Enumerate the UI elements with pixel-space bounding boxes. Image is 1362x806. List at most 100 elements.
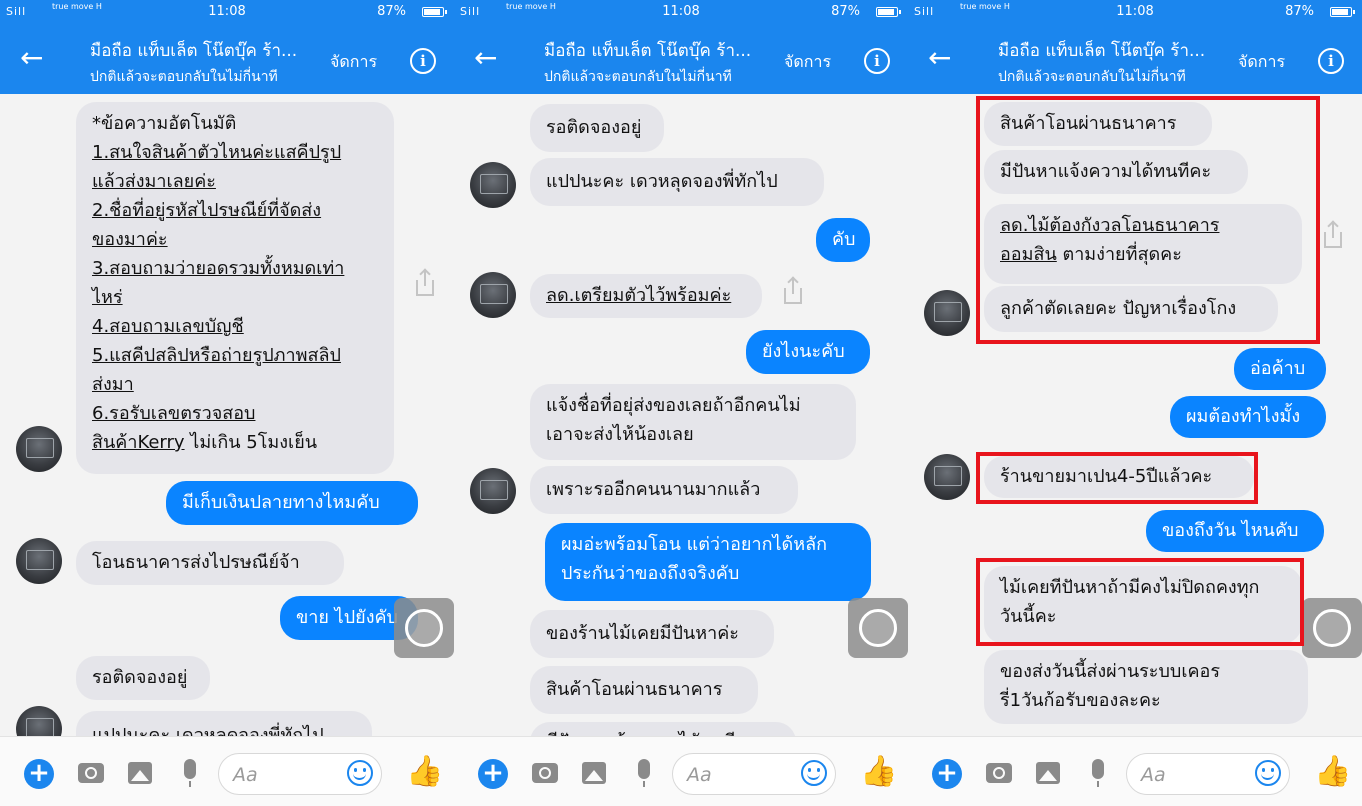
battery-percent: 87% — [377, 4, 406, 19]
message-input[interactable]: Aa — [218, 753, 382, 795]
battery-icon — [422, 7, 447, 17]
shop-avatar[interactable] — [924, 290, 970, 336]
underlined-text: สินค้าKerry — [92, 432, 185, 453]
message-list: รอติดจองอยู่แปปนะคะ เดวหลุดจองพี่ทักไปคั… — [454, 94, 908, 736]
manage-button[interactable]: จัดการ — [330, 50, 377, 75]
chat-screen-3: Sill true move H 11:08 87% ← มือถือ แท็บเล็ต … — [908, 0, 1362, 806]
message-input-placeholder: Aa — [687, 764, 712, 786]
message-composer: + Aa 👍 — [0, 736, 454, 806]
shop-avatar[interactable] — [16, 538, 62, 584]
message-text: แล้วส่งมาเลยค่ะ — [92, 171, 216, 192]
thumbs-up-icon[interactable]: 👍 — [406, 757, 443, 787]
received-message-bubble: รอติดจองอยู่ — [530, 104, 664, 152]
message-text: เอาจะส่งไห้น้องเลย — [546, 424, 694, 445]
manage-button[interactable]: จัดการ — [784, 50, 831, 75]
back-arrow-icon[interactable]: ← — [474, 44, 497, 72]
camera-icon[interactable] — [986, 763, 1012, 783]
chat-header: ← มือถือ แท็บเล็ต โน๊ตบุ๊ค ร้า... ปกติแล้ว… — [454, 24, 908, 94]
share-arrow-icon — [784, 278, 802, 304]
shop-avatar[interactable] — [470, 468, 516, 514]
gallery-icon[interactable] — [582, 762, 606, 784]
assistive-touch-button[interactable] — [848, 598, 908, 658]
message-text: มีเก็บเงินปลายทางไหมคับ — [182, 492, 380, 513]
message-text: 6.รอรับเลขตรวจสอบ — [92, 403, 256, 424]
microphone-icon[interactable] — [1092, 759, 1104, 787]
message-text: ของถึงวัน ไหนคับ — [1162, 520, 1299, 541]
info-icon[interactable]: i — [864, 48, 890, 74]
gallery-icon[interactable] — [128, 762, 152, 784]
sent-message-bubble: ของถึงวัน ไหนคับ — [1146, 510, 1324, 552]
thumbs-up-icon[interactable]: 👍 — [1314, 757, 1351, 787]
share-arrow-icon — [1324, 222, 1342, 248]
battery-percent: 87% — [831, 4, 860, 19]
chat-title: มือถือ แท็บเล็ต โน๊ตบุ๊ค ร้า... — [544, 41, 752, 61]
message-text: โอนธนาคารส่งไปรษณีย์จ้า — [92, 552, 300, 573]
received-message-bubble: ของร้านไม้เคยมีปันหาค่ะ — [530, 610, 774, 658]
back-arrow-icon[interactable]: ← — [928, 44, 951, 72]
manage-button[interactable]: จัดการ — [1238, 50, 1285, 75]
message-text: เพราะรออีกคนนานมากแล้ว — [546, 479, 761, 500]
battery-percent: 87% — [1285, 4, 1314, 19]
back-arrow-icon[interactable]: ← — [20, 44, 43, 72]
message-input[interactable]: Aa — [1126, 753, 1290, 795]
received-message-bubble: มีปันหาแจ้งความไดัทนทีคะ — [530, 722, 796, 736]
message-text: แจ้งชื่อที่อยุ่ส่งของเลยถ้าอีกคนไม่ — [546, 395, 801, 416]
red-highlight-box — [976, 96, 1320, 344]
message-input[interactable]: Aa — [672, 753, 836, 795]
camera-icon[interactable] — [532, 763, 558, 783]
chat-subtitle: ปกติแล้วจะตอบกลับในไม่กี่นาที — [998, 69, 1186, 85]
info-icon[interactable]: i — [1318, 48, 1344, 74]
message-text: รอติดจองอยู่ — [92, 667, 188, 688]
shop-avatar[interactable] — [16, 426, 62, 472]
sent-message-bubble: มีเก็บเงินปลายทางไหมคับ — [166, 481, 418, 525]
message-text: ขาย ไปยังคับ — [296, 607, 398, 628]
received-message-bubble: ลด.เตรียมตัวไว้พร้อมค่ะ — [530, 274, 762, 318]
message-list: สินค้าโอนผ่านธนาคาร มีปันหาแจ้งความได้ทนท… — [908, 94, 1362, 736]
sent-message-bubble: ผมอ่ะพร้อมโอน แต่ว่าอยากได้หลัก ประกันว่า… — [545, 523, 871, 601]
shop-avatar[interactable] — [924, 454, 970, 500]
sent-message-bubble: ยังไงนะคับ — [746, 330, 870, 374]
share-icon[interactable] — [412, 270, 438, 300]
message-text: ของมาค่ะ — [92, 229, 168, 250]
thumbs-up-icon[interactable]: 👍 — [860, 757, 897, 787]
plus-icon[interactable]: + — [478, 759, 508, 789]
share-icon[interactable] — [1320, 222, 1346, 252]
message-text: ส่งมา — [92, 374, 134, 395]
received-message-bubble: แปปนะคะ เดวหลุดจองพี่ทักไป — [76, 711, 372, 736]
shop-avatar[interactable] — [16, 706, 62, 736]
assistive-touch-button[interactable] — [394, 598, 454, 658]
shop-avatar[interactable] — [470, 162, 516, 208]
chat-screen-2: Sill true move H 11:08 87% ← มือถือ แท็บเล็ต … — [454, 0, 908, 806]
gallery-icon[interactable] — [1036, 762, 1060, 784]
info-icon[interactable]: i — [410, 48, 436, 74]
chat-subtitle: ปกติแล้วจะตอบกลับในไม่กี่นาที — [90, 69, 278, 85]
message-input-placeholder: Aa — [1141, 764, 1166, 786]
received-message-bubble: โอนธนาคารส่งไปรษณีย์จ้า — [76, 541, 344, 585]
chat-screen-1: Sill true move H 11:08 87% ← มือถือ แท็บเล็ต … — [0, 0, 454, 806]
plus-icon[interactable]: + — [932, 759, 962, 789]
assistive-touch-button[interactable] — [1302, 598, 1362, 658]
microphone-icon[interactable] — [184, 759, 196, 787]
battery-level — [878, 9, 895, 15]
emoji-icon[interactable] — [347, 760, 373, 786]
battery-icon — [876, 7, 901, 17]
message-text: สินค้าโอนผ่านธนาคาร — [546, 679, 723, 700]
message-text: 3.สอบถามว่ายอดรวมทั้งหมดเท่า — [92, 258, 345, 279]
message-composer: + Aa 👍 — [454, 736, 908, 806]
plain-text: ไม่เกิน 5โมงเย็น — [184, 432, 318, 453]
message-text: ผมอ่ะพร้อมโอน แต่ว่าอยากได้หลัก — [561, 534, 828, 555]
share-icon[interactable] — [780, 278, 806, 308]
message-text: ของส่งวันนี้ส่งผ่านระบบเคอร — [1000, 661, 1220, 682]
camera-icon[interactable] — [78, 763, 104, 783]
chat-header: ← มือถือ แท็บเล็ต โน๊ตบุ๊ค ร้า... ปกติแล้ว… — [0, 24, 454, 94]
message-text: แปปนะคะ เดวหลุดจองพี่ทักไป — [546, 171, 778, 192]
emoji-icon[interactable] — [801, 760, 827, 786]
message-text: ลด.เตรียมตัวไว้พร้อมค่ะ — [546, 285, 732, 306]
emoji-icon[interactable] — [1255, 760, 1281, 786]
shop-avatar[interactable] — [470, 272, 516, 318]
message-text: อ่อค้าบ — [1250, 358, 1306, 379]
microphone-icon[interactable] — [638, 759, 650, 787]
sent-message-bubble: อ่อค้าบ — [1234, 348, 1326, 390]
sent-message-bubble: คับ — [816, 218, 870, 262]
plus-icon[interactable]: + — [24, 759, 54, 789]
